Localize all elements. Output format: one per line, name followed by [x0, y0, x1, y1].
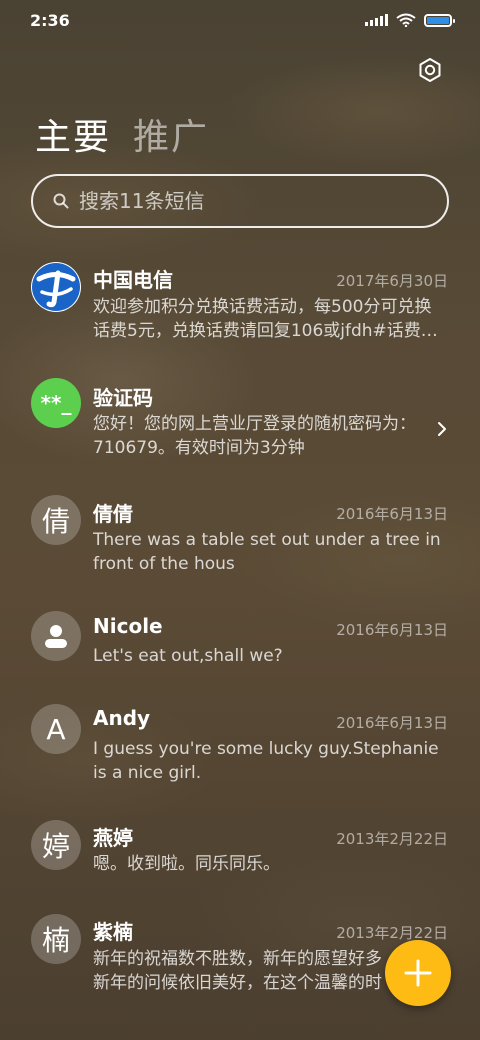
gear-icon — [419, 58, 441, 82]
preview-line: 您好！您的网上营业厅登录的随机密码为： — [93, 414, 416, 434]
preview-line: 欢迎参加积分兑换话费活动，每500分可兑换 — [93, 297, 432, 317]
preview-line: I guess you're some lucky guy.Stephanie — [93, 739, 439, 759]
avatar-text: A — [46, 712, 66, 746]
message-date: 2013年2月22日 — [336, 924, 448, 942]
conversation-row[interactable]: A Andy 2016年6月13日 I guess you're some lu… — [0, 690, 480, 806]
contact-name: 紫楠 — [93, 920, 133, 944]
contact-name: 中国电信 — [93, 268, 173, 292]
avatar: 倩 — [31, 495, 81, 545]
conversation-row[interactable]: **_ 验证码 您好！您的网上营业厅登录的随机密码为： 710679。有效时间为… — [0, 364, 480, 481]
conversation-list: 中国电信 2017年6月30日 欢迎参加积分兑换话费活动，每500分可兑换 话费… — [0, 248, 480, 1016]
status-time: 2:36 — [30, 10, 70, 30]
wifi-icon — [396, 13, 416, 27]
status-icons — [365, 13, 455, 27]
message-date: 2016年6月13日 — [336, 505, 448, 523]
search-icon — [53, 193, 69, 209]
message-preview: 您好！您的网上营业厅登录的随机密码为： 710679。有效时间为3分钟 — [93, 412, 443, 460]
conversation-row[interactable]: Nicole 2016年6月13日 Let's eat out,shall we… — [0, 597, 480, 690]
china-telecom-logo-icon — [32, 263, 80, 311]
preview-line: There was a table set out under a tree i… — [93, 530, 441, 550]
avatar: 楠 — [31, 914, 81, 964]
status-bar: 2:36 — [0, 0, 480, 40]
tab-promotions[interactable]: 推广 — [133, 108, 209, 160]
contact-name: 验证码 — [93, 386, 153, 410]
settings-button[interactable] — [416, 56, 444, 84]
preview-line: 710679。有效时间为3分钟 — [93, 438, 305, 458]
plus-icon — [404, 959, 432, 987]
search-bar[interactable] — [31, 174, 449, 228]
compose-button[interactable] — [385, 940, 451, 1006]
search-input[interactable] — [79, 189, 399, 213]
contact-name: Andy — [93, 706, 151, 730]
avatar: **_ — [31, 378, 81, 428]
contact-name: 燕婷 — [93, 826, 133, 850]
tab-bar: 主要 推广 — [35, 108, 209, 160]
message-preview: 欢迎参加积分兑换话费活动，每500分可兑换 话费5元，兑换话费请回复106或jf… — [93, 295, 443, 343]
conversation-row[interactable]: 婷 燕婷 2013年2月22日 嗯。收到啦。同乐同乐。 — [0, 806, 480, 900]
message-date: 2017年6月30日 — [336, 272, 448, 290]
battery-icon — [424, 13, 455, 27]
preview-line: front of the hous — [93, 554, 235, 574]
contact-name: 倩倩 — [93, 502, 133, 526]
message-preview: I guess you're some lucky guy.Stephanie … — [93, 737, 443, 785]
preview-line: 话费5元，兑换话费请回复106或jfdh#话费… — [93, 321, 438, 341]
message-preview: Let's eat out,shall we? — [93, 644, 443, 668]
message-preview: There was a table set out under a tree i… — [93, 528, 443, 576]
message-date: 2016年6月13日 — [336, 621, 448, 639]
conversation-row[interactable]: 倩 倩倩 2016年6月13日 There was a table set ou… — [0, 481, 480, 597]
avatar — [31, 611, 81, 661]
avatar: 婷 — [31, 820, 81, 870]
avatar — [31, 262, 81, 312]
chevron-right-icon[interactable] — [434, 421, 450, 437]
preview-line: 嗯。收到啦。同乐同乐。 — [93, 854, 280, 874]
avatar-text: **_ — [40, 391, 72, 415]
message-date: 2016年6月13日 — [336, 714, 448, 732]
preview-line: is a nice girl. — [93, 763, 202, 783]
avatar-text: 婷 — [41, 830, 70, 863]
avatar-text: 倩 — [41, 505, 70, 538]
contact-name: Nicole — [93, 614, 163, 638]
message-preview: 嗯。收到啦。同乐同乐。 — [93, 852, 443, 876]
preview-line: Let's eat out,shall we? — [93, 646, 283, 666]
signal-icon — [365, 14, 388, 26]
conversation-row[interactable]: 中国电信 2017年6月30日 欢迎参加积分兑换话费活动，每500分可兑换 话费… — [0, 248, 480, 364]
person-icon — [45, 625, 67, 648]
avatar-text: 楠 — [41, 924, 70, 957]
tab-primary[interactable]: 主要 — [35, 108, 111, 160]
avatar: A — [31, 704, 81, 754]
message-date: 2013年2月22日 — [336, 830, 448, 848]
